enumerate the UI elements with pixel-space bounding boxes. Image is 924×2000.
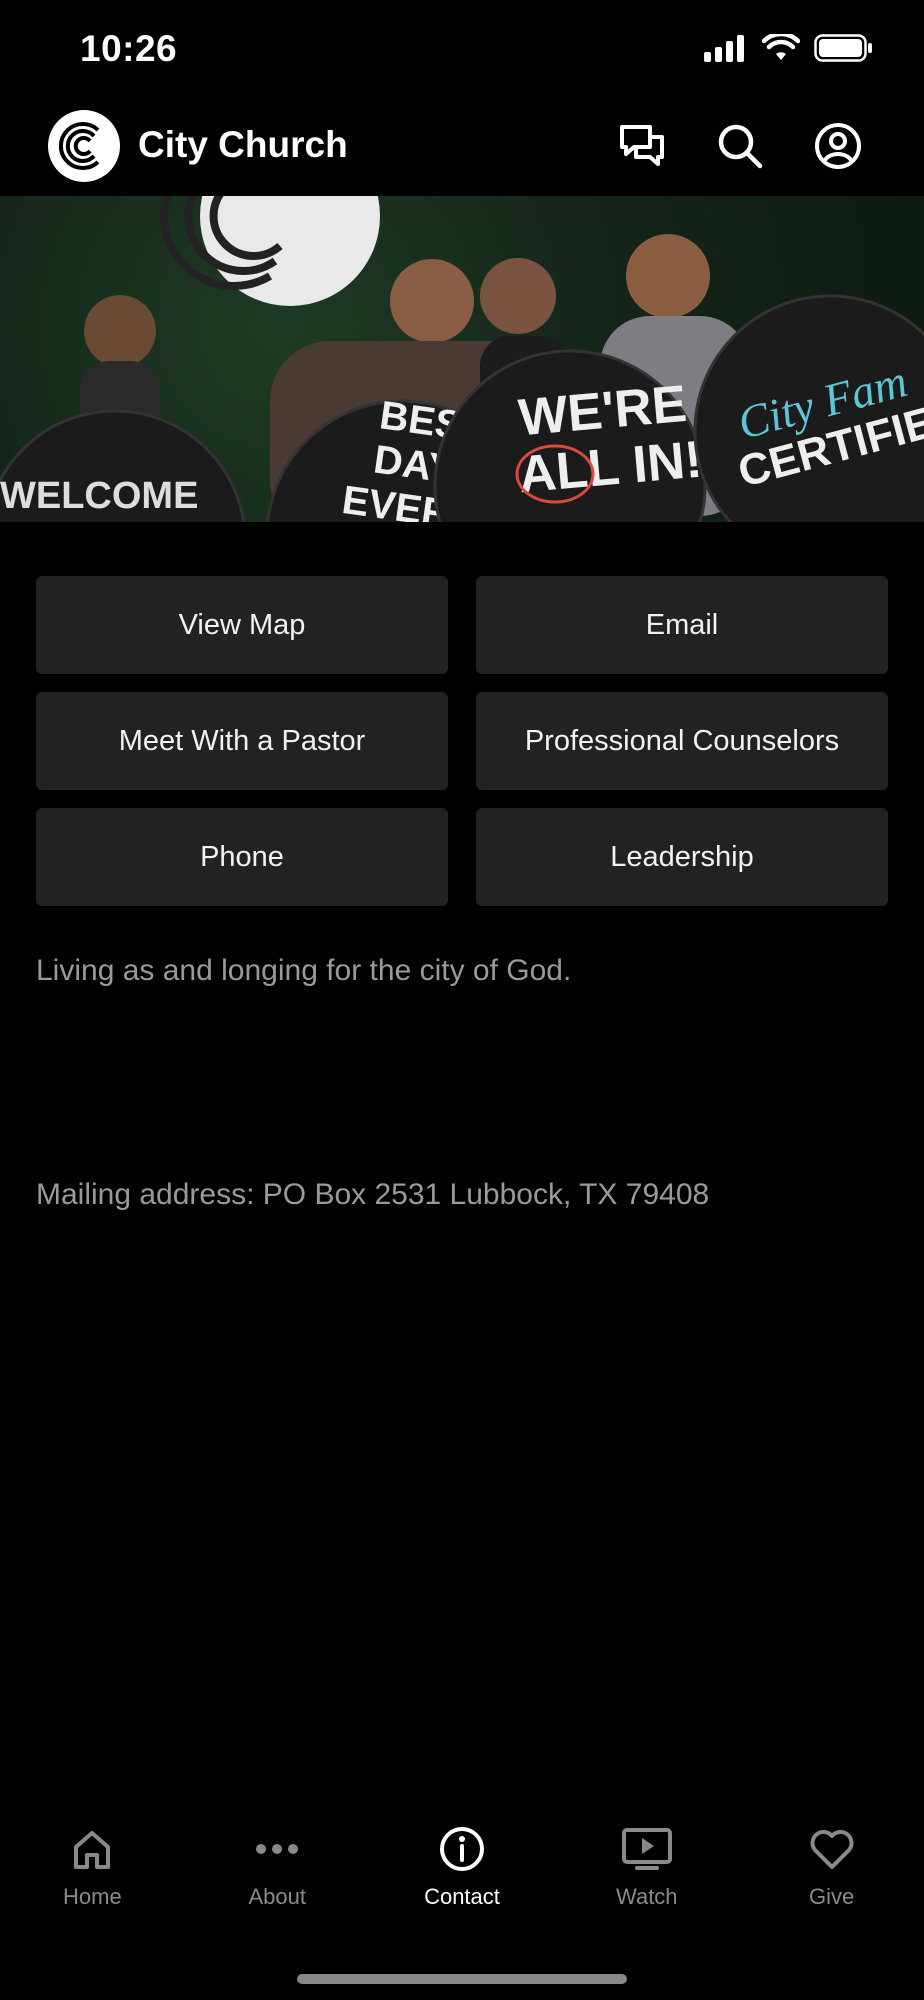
more-icon: [256, 1844, 299, 1854]
hero-image: WELCOME BEST DAY EVER! WE'RE ALL IN! Cit…: [0, 196, 924, 522]
app-header: City Church: [0, 100, 924, 196]
tab-contact-label: Contact: [424, 1884, 500, 1909]
app-title: City Church: [138, 124, 348, 165]
info-icon: [439, 1827, 484, 1871]
heart-icon: [810, 1830, 854, 1869]
tab-about-label: About: [248, 1884, 306, 1909]
hero-illustration: WELCOME BEST DAY EVER! WE'RE ALL IN! Cit…: [0, 196, 924, 522]
wifi-icon: [762, 34, 800, 60]
battery-icon: [814, 34, 872, 62]
tab-about[interactable]: About: [185, 1820, 370, 1940]
account-button[interactable]: [812, 120, 864, 172]
chat-icon: [620, 125, 664, 166]
view-map-button[interactable]: View Map: [36, 576, 448, 674]
phone-button[interactable]: Phone: [36, 808, 448, 906]
contact-button-grid: View Map Email Meet With a Pastor Profes…: [36, 576, 888, 906]
tab-give-label: Give: [808, 1884, 855, 1909]
account-icon: [815, 123, 861, 169]
svg-text:WELCOME: WELCOME: [0, 475, 198, 517]
tagline-text: Living as and longing for the city of Go…: [36, 954, 572, 987]
leadership-button[interactable]: Leadership: [476, 808, 888, 906]
home-indicator[interactable]: [297, 1974, 627, 1984]
status-bar: 10:26: [0, 0, 924, 100]
signal-icon: [704, 35, 744, 62]
search-button[interactable]: [714, 120, 766, 172]
tab-home-label: Home: [63, 1884, 122, 1909]
home-icon: [74, 1831, 111, 1869]
chat-button[interactable]: [616, 120, 668, 172]
tab-watch-label: Watch: [616, 1884, 678, 1909]
church-logo[interactable]: [48, 110, 120, 182]
tab-watch[interactable]: Watch: [554, 1820, 739, 1940]
mailing-address-text: Mailing address: PO Box 2531 Lubbock, TX…: [36, 1178, 710, 1211]
logo-mark-icon: [58, 122, 100, 170]
status-icons: [704, 34, 874, 62]
tab-give[interactable]: Give: [739, 1820, 924, 1940]
bottom-tab-bar: Home About Contact Watch Give: [0, 1820, 924, 1940]
tab-home[interactable]: Home: [0, 1820, 185, 1940]
professional-counselors-button[interactable]: Professional Counselors: [476, 692, 888, 790]
search-icon: [718, 124, 763, 169]
email-button[interactable]: Email: [476, 576, 888, 674]
meet-pastor-button[interactable]: Meet With a Pastor: [36, 692, 448, 790]
tab-contact[interactable]: Contact: [370, 1820, 555, 1940]
play-icon: [621, 1828, 672, 1870]
status-time: 10:26: [80, 28, 178, 69]
